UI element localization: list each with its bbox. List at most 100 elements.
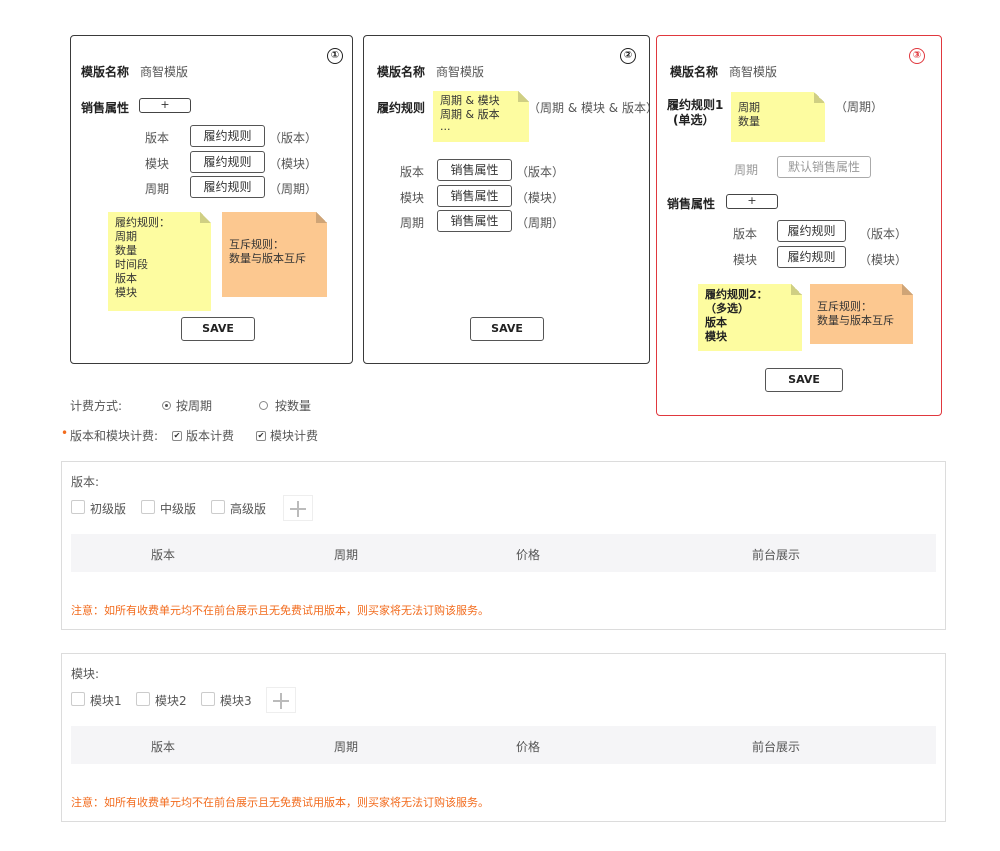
row-label-version: 版本: [145, 131, 170, 145]
checkbox-version-billing[interactable]: ✔: [172, 431, 182, 441]
column-header-period: 周期: [334, 740, 359, 754]
sticky-fold-icon: [200, 212, 211, 223]
sticky-fold-icon: [316, 212, 327, 223]
column-header-price: 价格: [516, 548, 541, 562]
sticky-note-fulfillment-rules: 履约规则： 周期 数量 时间段 版本 模块: [108, 212, 211, 311]
sticky-line: 履约规则2：: [705, 288, 768, 301]
column-header-version: 版本: [151, 548, 176, 562]
checkbox-module-2[interactable]: [136, 692, 150, 706]
mid-edition-label[interactable]: 中级版: [160, 500, 196, 517]
radio-by-period-label[interactable]: 按周期: [176, 397, 212, 414]
add-module-icon[interactable]: [266, 687, 296, 713]
sticky-fold-icon: [902, 284, 913, 295]
sales-attr-button-module[interactable]: 销售属性: [437, 185, 512, 207]
template-name-label: 模版名称: [377, 65, 426, 79]
row-note-module: （模块）: [859, 253, 908, 267]
column-header-price: 价格: [516, 740, 541, 754]
row-note-period: （周期）: [516, 216, 565, 230]
version-panel-title: 版本:: [71, 475, 100, 489]
fulfillment-rule1-note: （周期）: [835, 100, 884, 114]
radio-by-quantity-label[interactable]: 按数量: [275, 397, 311, 414]
row-label-module: 模块: [400, 191, 425, 205]
add-sales-attr-button[interactable]: +: [726, 194, 778, 209]
version-module-billing-label: 版本和模块计费:: [70, 429, 159, 443]
column-header-display: 前台展示: [752, 548, 801, 562]
sticky-line: 履约规则：: [115, 216, 170, 229]
template-card-2: ② 模版名称 商智模版 履约规则 周期 & 模块 周期 & 版本 ... （周期…: [363, 35, 650, 364]
row-note-version: （版本）: [516, 165, 565, 179]
fulfillment-rule-note: （周期 & 模块 & 版本）: [528, 101, 649, 115]
template-card-1: ① 模版名称 商智模版 销售属性 + 版本 履约规则 （版本） 模块 履约规则 …: [70, 35, 353, 364]
module-notice: 注意：如所有收费单元均不在前台展示且无免费试用版本，则买家将无法订购该服务。: [71, 796, 489, 809]
row-note-module: （模块）: [269, 157, 318, 171]
sticky-line: 模块: [115, 286, 137, 299]
checkbox-module-1[interactable]: [71, 692, 85, 706]
sticky-line: （多选）: [705, 302, 749, 315]
checkbox-module-3[interactable]: [201, 692, 215, 706]
sticky-line: 数量与版本互斥: [817, 314, 894, 327]
sticky-line: 数量: [738, 115, 760, 128]
save-button[interactable]: SAVE: [181, 317, 255, 341]
sticky-line: 版本: [115, 272, 137, 285]
sticky-note-rule-combos: 周期 & 模块 周期 & 版本 ...: [433, 91, 529, 142]
template-name-value: 商智模版: [140, 65, 189, 79]
module-2-label[interactable]: 模块2: [155, 692, 187, 709]
sales-attr-label: 销售属性: [667, 197, 716, 211]
column-header-display: 前台展示: [752, 740, 801, 754]
sticky-line: 数量与版本互斥: [229, 252, 306, 265]
card-number-badge: ②: [620, 48, 636, 64]
fulfillment-rule-button-version[interactable]: 履约规则: [190, 125, 265, 147]
row-label-version: 版本: [733, 227, 758, 241]
checkbox-version-billing-label[interactable]: 版本计费: [186, 427, 234, 444]
sticky-line: 周期 & 版本: [440, 108, 500, 121]
version-notice: 注意：如所有收费单元均不在前台展示且无免费试用版本，则买家将无法订购该服务。: [71, 604, 489, 617]
module-3-label[interactable]: 模块3: [220, 692, 252, 709]
template-name-value: 商智模版: [436, 65, 485, 79]
sticky-line: 互斥规则：: [229, 238, 284, 251]
sales-attr-button-period[interactable]: 销售属性: [437, 210, 512, 232]
add-version-icon[interactable]: [283, 495, 313, 521]
basic-edition-label[interactable]: 初级版: [90, 500, 126, 517]
sticky-line: 数量: [115, 244, 137, 257]
radio-by-period[interactable]: [162, 401, 171, 410]
row-note-period: （周期）: [269, 182, 318, 196]
add-sales-attr-button[interactable]: +: [139, 98, 191, 113]
sticky-fold-icon: [791, 284, 802, 295]
sticky-fold-icon: [814, 92, 825, 103]
sales-attr-label: 销售属性: [81, 101, 130, 115]
sticky-line: 版本: [705, 316, 727, 329]
module-panel-title: 模块:: [71, 667, 100, 681]
fulfillment-rule-button-module[interactable]: 履约规则: [777, 246, 846, 268]
sticky-line: 时间段: [115, 258, 148, 271]
period-label: 周期: [734, 163, 759, 177]
row-label-version: 版本: [400, 165, 425, 179]
template-card-3: ③ 模版名称 商智模版 履约规则1 (单选） 周期 数量 （周期） 周期 默认销…: [656, 35, 942, 416]
save-button[interactable]: SAVE: [470, 317, 544, 341]
required-marker: •: [61, 426, 69, 440]
sticky-line: 周期: [115, 230, 137, 243]
template-name-label: 模版名称: [81, 65, 130, 79]
checkbox-module-billing-label[interactable]: 模块计费: [270, 427, 318, 444]
sales-attr-button-version[interactable]: 销售属性: [437, 159, 512, 181]
checkbox-module-billing[interactable]: ✔: [256, 431, 266, 441]
module-panel: 模块: 模块1 模块2 模块3 版本 周期 价格 前台展示 注意：如所有收费单元…: [61, 653, 946, 822]
sticky-note-mutex-rules: 互斥规则： 数量与版本互斥: [810, 284, 913, 344]
module-table-header: 版本 周期 价格 前台展示: [71, 726, 936, 764]
fulfillment-rule-button-version[interactable]: 履约规则: [777, 220, 846, 242]
sticky-line: 互斥规则：: [817, 300, 872, 313]
version-panel: 版本: 初级版 中级版 高级版 版本 周期 价格 前台展示 注意：如所有收费单元…: [61, 461, 946, 630]
fulfillment-rule-button-period[interactable]: 履约规则: [190, 176, 265, 198]
save-button[interactable]: SAVE: [765, 368, 843, 392]
default-sales-attr-button[interactable]: 默认销售属性: [777, 156, 871, 178]
checkbox-mid-edition[interactable]: [141, 500, 155, 514]
advanced-edition-label[interactable]: 高级版: [230, 500, 266, 517]
template-name-value: 商智模版: [729, 65, 778, 79]
billing-method-label: 计费方式:: [70, 399, 123, 413]
module-1-label[interactable]: 模块1: [90, 692, 122, 709]
checkbox-advanced-edition[interactable]: [211, 500, 225, 514]
row-note-version: （版本）: [269, 131, 318, 145]
checkbox-basic-edition[interactable]: [71, 500, 85, 514]
fulfillment-rule-button-module[interactable]: 履约规则: [190, 151, 265, 173]
row-label-period: 周期: [145, 182, 170, 196]
radio-by-quantity[interactable]: [259, 401, 268, 410]
